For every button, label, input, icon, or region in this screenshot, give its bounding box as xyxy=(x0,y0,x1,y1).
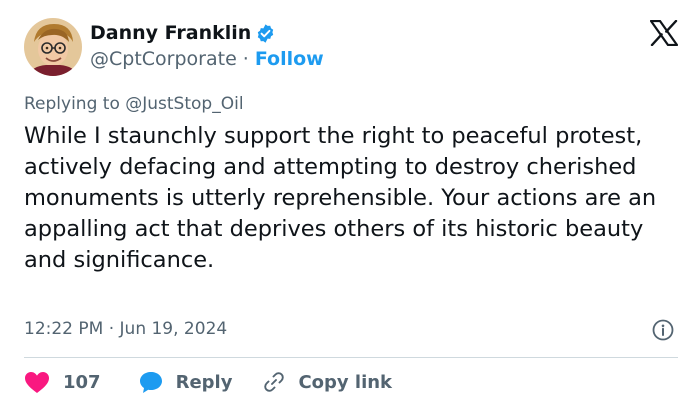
reply-button[interactable]: Reply xyxy=(139,371,233,394)
verified-badge-icon xyxy=(255,23,276,44)
tweet-actions: 107 Reply Copy link xyxy=(24,370,392,394)
reply-context-prefix: Replying to xyxy=(24,94,120,114)
author-display-name[interactable]: Danny Franklin xyxy=(90,22,251,44)
info-icon[interactable] xyxy=(652,319,674,341)
like-count: 107 xyxy=(63,371,101,393)
handle-separator: · xyxy=(242,48,249,70)
author-handle-row: @CptCorporate · Follow xyxy=(90,48,324,70)
speech-bubble-icon xyxy=(139,371,162,393)
link-icon xyxy=(264,372,285,392)
author-avatar[interactable] xyxy=(24,18,82,76)
follow-button[interactable]: Follow xyxy=(255,48,324,70)
heart-icon xyxy=(25,371,49,393)
avatar-image xyxy=(24,18,82,76)
author-name-row: Danny Franklin xyxy=(90,22,276,44)
tweet-text: While I staunchly support the right to p… xyxy=(24,123,657,273)
actions-divider xyxy=(24,357,678,358)
reply-context: Replying to @JustStop_Oil xyxy=(24,94,244,114)
like-button[interactable]: 107 xyxy=(24,371,101,394)
copy-link-button[interactable]: Copy link xyxy=(262,370,392,394)
tweet-timestamp[interactable]: 12:22 PM · Jun 19, 2024 xyxy=(24,319,227,339)
copy-link-label: Copy link xyxy=(298,371,393,393)
x-logo-icon[interactable] xyxy=(649,19,679,47)
reply-context-mention[interactable]: @JustStop_Oil xyxy=(125,94,243,114)
reply-label: Reply xyxy=(175,371,233,393)
author-handle[interactable]: @CptCorporate xyxy=(90,48,237,70)
